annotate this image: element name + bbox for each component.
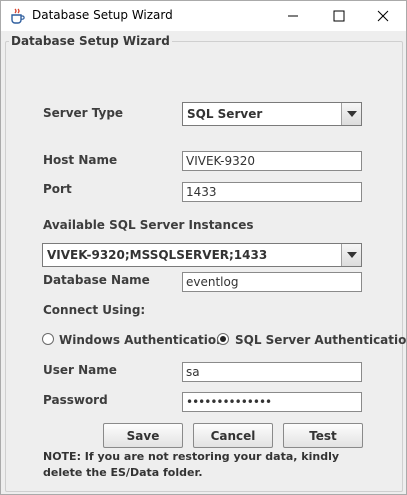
user-name-input[interactable]: sa	[182, 362, 362, 382]
server-type-select[interactable]: SQL Server	[182, 102, 362, 126]
minimize-button[interactable]	[270, 1, 316, 31]
maximize-button[interactable]	[316, 1, 362, 31]
port-label: Port	[43, 182, 72, 196]
title-bar[interactable]: Database Setup Wizard	[1, 1, 406, 31]
windows-auth-label[interactable]: Windows Authentication	[59, 333, 225, 347]
user-name-label: User Name	[43, 363, 117, 377]
chevron-down-icon	[346, 111, 357, 117]
instances-dropdown-button[interactable]	[341, 244, 361, 266]
password-input[interactable]: ••••••••••••••	[182, 392, 362, 412]
sql-auth-radio[interactable]	[217, 333, 229, 345]
server-type-value: SQL Server	[187, 107, 263, 121]
group-title: Database Setup Wizard	[9, 34, 172, 48]
host-name-input[interactable]: VIVEK-9320	[182, 151, 362, 171]
port-input[interactable]: 1433	[182, 182, 362, 202]
test-button[interactable]: Test	[283, 423, 363, 448]
java-cup-icon	[9, 8, 27, 25]
save-button[interactable]: Save	[103, 423, 183, 448]
server-type-label: Server Type	[43, 106, 124, 120]
password-label: Password	[43, 393, 108, 407]
database-name-input[interactable]: eventlog	[182, 272, 362, 292]
maximize-icon	[333, 10, 345, 22]
instances-value: VIVEK-9320;MSSQLSERVER;1433	[47, 248, 268, 262]
cancel-button[interactable]: Cancel	[193, 423, 273, 448]
close-icon	[377, 10, 389, 22]
setup-window: Database Setup Wizard Database Setup Wiz…	[0, 0, 407, 495]
database-name-label: Database Name	[43, 273, 150, 287]
sql-auth-label[interactable]: SQL Server Authentication	[235, 333, 407, 347]
connect-using-label: Connect Using:	[43, 303, 146, 317]
window-title: Database Setup Wizard	[32, 8, 173, 22]
close-button[interactable]	[360, 1, 406, 31]
instances-label: Available SQL Server Instances	[43, 218, 254, 232]
chevron-down-icon	[346, 252, 357, 258]
minimize-icon	[288, 15, 298, 17]
restore-note: NOTE: If you are not restoring your data…	[43, 450, 340, 479]
server-type-dropdown-button[interactable]	[341, 103, 361, 125]
windows-auth-radio[interactable]	[42, 333, 54, 345]
instances-select[interactable]: VIVEK-9320;MSSQLSERVER;1433	[42, 243, 362, 267]
host-name-label: Host Name	[43, 153, 118, 167]
